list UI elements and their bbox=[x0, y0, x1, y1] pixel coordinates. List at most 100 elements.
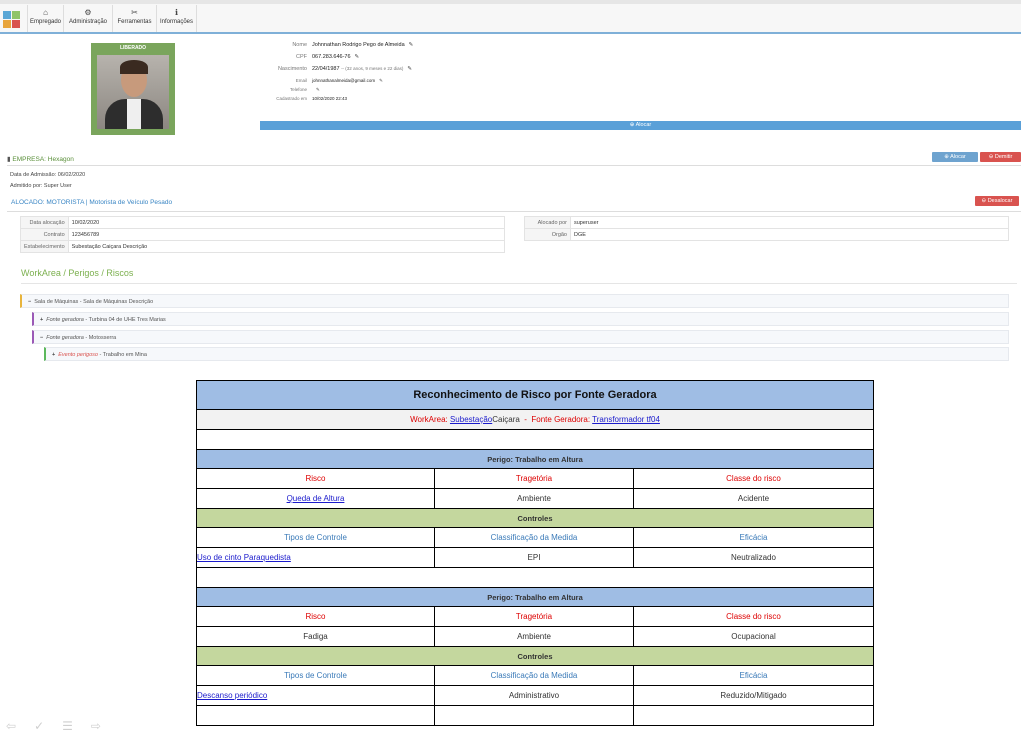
detail-value: superuser bbox=[570, 216, 1009, 229]
home-icon: ⌂ bbox=[43, 8, 48, 17]
wrench-icon: ✂ bbox=[131, 8, 138, 17]
button-label: Desalocar bbox=[987, 198, 1013, 204]
tree-type: Fonte geradora bbox=[46, 335, 84, 341]
detail-key: Alocado por bbox=[524, 216, 571, 229]
col-tipos-controle: Tipos de Controle bbox=[196, 527, 435, 548]
col-trajetoria: Tragetória bbox=[434, 468, 634, 489]
plus-circle-icon: ⊕ bbox=[629, 122, 635, 128]
classificacao-value: Administrativo bbox=[434, 685, 634, 706]
controles-header: Controles bbox=[196, 508, 874, 528]
tree-type: Fonte geradora bbox=[46, 317, 84, 323]
building-icon: ▮ bbox=[7, 156, 11, 163]
tree-item-fonte-geradora[interactable]: + Fonte geradora - Turbina 04 de UHE Tres… bbox=[32, 312, 1009, 326]
field-value: 10/02/2020 22:43 bbox=[312, 96, 348, 101]
toolbar-ferramentas[interactable]: ✂ Ferramentas bbox=[113, 5, 157, 32]
field-label: Telefone bbox=[289, 87, 307, 92]
bottom-nav-icons: ⇦✓☰⇨ bbox=[6, 719, 119, 731]
check-icon[interactable]: ✓ bbox=[34, 719, 62, 731]
fg-label: Fonte Geradora: bbox=[531, 415, 591, 424]
pencil-icon[interactable]: ✎ bbox=[379, 78, 383, 83]
button-label: Demitir bbox=[994, 154, 1013, 160]
pencil-icon[interactable]: ✎ bbox=[409, 42, 414, 48]
wa-rest: Caiçara bbox=[492, 415, 520, 424]
expand-icon[interactable]: + bbox=[40, 317, 43, 323]
tree-label: Sala de Máquinas - Sala de Máquinas Desc… bbox=[34, 299, 154, 305]
button-label: Alocar bbox=[950, 154, 966, 160]
eficacia-value: Reduzido/Mitigado bbox=[633, 685, 874, 706]
col-trajetoria: Tragetória bbox=[434, 606, 634, 627]
app-logo[interactable] bbox=[3, 11, 21, 29]
detail-value: 10/02/2020 bbox=[67, 216, 506, 229]
alocado-title: ALOCADO: MOTORISTA | Motorista de Veícul… bbox=[11, 199, 173, 206]
alocacao-details-right: Alocado por superuser Orgão DGE bbox=[524, 216, 1009, 241]
top-toolbar: ⌂ Empregado ⚙ Administração ✂ Ferramenta… bbox=[0, 0, 1021, 34]
field-value: johnnathanalmeida@gmail.com bbox=[312, 78, 376, 83]
arrow-right-icon[interactable]: ⇨ bbox=[91, 719, 119, 731]
toolbar-label: Administração bbox=[68, 19, 107, 25]
workarea-link[interactable]: Subestação bbox=[450, 415, 492, 424]
col-tipos-controle: Tipos de Controle bbox=[196, 665, 435, 686]
field-value: 22/04/1987 bbox=[312, 66, 340, 72]
collapse-icon[interactable]: − bbox=[40, 335, 43, 341]
avatar bbox=[97, 55, 169, 129]
desalocar-button[interactable]: ⊖ Desalocar bbox=[975, 196, 1019, 206]
fonte-geradora-link[interactable]: Transformador tf04 bbox=[592, 415, 660, 424]
collapse-icon[interactable]: − bbox=[28, 299, 31, 305]
tree-item-workarea[interactable]: − Sala de Máquinas - Sala de Máquinas Des… bbox=[20, 294, 1009, 308]
detail-key: Orgão bbox=[524, 228, 571, 241]
divider bbox=[7, 211, 1021, 212]
empty-row bbox=[196, 567, 874, 588]
field-value: 067.283.646-76 bbox=[312, 54, 351, 60]
controle-link[interactable]: Uso de cinto Paraquedista bbox=[197, 553, 291, 562]
report-workarea-line: WorkArea: SubestaçãoCaiçara - Fonte Gera… bbox=[196, 409, 874, 430]
col-classificacao: Classificação da Medida bbox=[434, 527, 634, 548]
detail-value: DGE bbox=[570, 228, 1009, 241]
detail-value: 123456789 bbox=[67, 228, 506, 241]
tree-label: - Turbina 04 de UHE Tres Marias bbox=[83, 317, 166, 323]
button-label: Alocar bbox=[635, 122, 652, 128]
alocacao-details-left: Data alocação 10/02/2020 Contrato 12345678… bbox=[20, 216, 506, 253]
col-eficacia: Eficácia bbox=[633, 527, 874, 548]
field-label: Nome bbox=[292, 42, 307, 48]
empty-cell bbox=[633, 705, 874, 726]
pencil-icon[interactable]: ✎ bbox=[355, 54, 360, 60]
toolbar-label: Ferramentas bbox=[117, 19, 152, 25]
menu-icon[interactable]: ☰ bbox=[62, 719, 91, 731]
eficacia-value: Neutralizado bbox=[633, 547, 874, 568]
pencil-icon[interactable]: ✎ bbox=[316, 87, 320, 92]
field-label: Nascimento bbox=[277, 66, 307, 72]
controles-header: Controles bbox=[196, 646, 874, 666]
perigo-header: Perigo: Trabalho em Altura bbox=[196, 449, 874, 469]
detail-key: Data alocação bbox=[20, 216, 69, 229]
classificacao-value: EPI bbox=[434, 547, 634, 568]
arrow-left-icon[interactable]: ⇦ bbox=[6, 719, 34, 731]
alocar-button[interactable]: ⊕ Alocar bbox=[932, 152, 978, 162]
col-eficacia: Eficácia bbox=[633, 665, 874, 686]
col-risco: Risco bbox=[196, 468, 435, 489]
demitir-button[interactable]: ⊖ Demitir bbox=[980, 152, 1021, 162]
detail-key: Contrato bbox=[20, 228, 69, 241]
admitido-por: Admitido por: Super User bbox=[10, 183, 72, 189]
field-label: Email bbox=[295, 78, 307, 83]
toolbar-administracao[interactable]: ⚙ Administração bbox=[64, 5, 113, 32]
separator: - bbox=[524, 415, 527, 424]
empty-row bbox=[196, 429, 874, 450]
empresa-label: EMPRESA: Hexagon bbox=[12, 156, 74, 163]
field-label: Cadastrado em bbox=[276, 96, 307, 101]
alocar-bar-button[interactable]: ⊕ Alocar bbox=[260, 121, 1021, 130]
risco-link[interactable]: Queda de Altura bbox=[287, 494, 345, 503]
toolbar-informacoes[interactable]: ℹ Informações bbox=[157, 5, 197, 32]
gears-icon: ⚙ bbox=[84, 8, 92, 17]
toolbar-empregado[interactable]: ⌂ Empregado bbox=[27, 5, 64, 32]
controle-link[interactable]: Descanso periódico bbox=[197, 691, 267, 700]
status-tag: LIBERADO bbox=[119, 45, 147, 51]
detail-value: Subestação Caiçara Descrição bbox=[67, 240, 506, 253]
field-label: CPF bbox=[296, 54, 307, 60]
tree-item-evento-perigoso[interactable]: + Evento perigoso - Trabalho em Mina bbox=[44, 347, 1009, 361]
classe-value: Acidente bbox=[633, 488, 874, 509]
expand-icon[interactable]: + bbox=[52, 352, 55, 358]
pencil-icon[interactable]: ✎ bbox=[407, 66, 412, 72]
trajetoria-value: Ambiente bbox=[434, 626, 634, 647]
tree-item-fonte-geradora[interactable]: − Fonte geradora - Motosserra bbox=[32, 330, 1009, 344]
col-classe: Classe do risco bbox=[633, 468, 874, 489]
